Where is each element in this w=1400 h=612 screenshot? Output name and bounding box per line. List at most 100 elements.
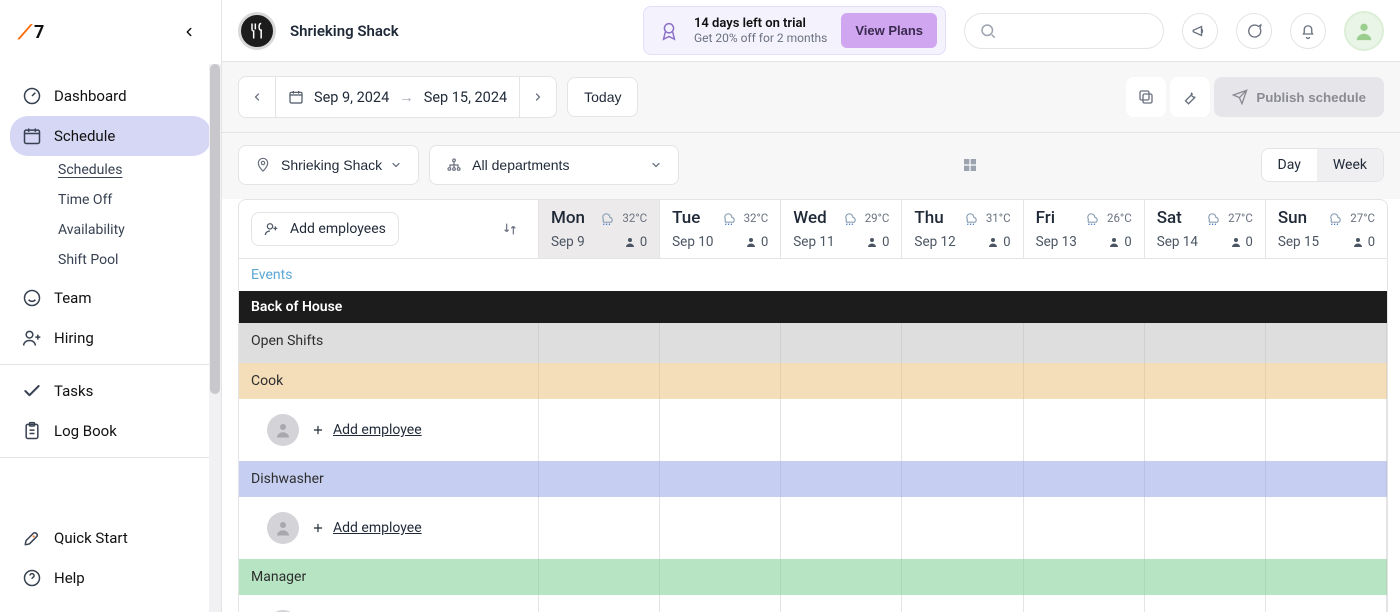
section-band-back-of-house[interactable]: Back of House — [239, 291, 1387, 323]
date-navigator: Sep 9, 2024 → Sep 15, 2024 — [238, 76, 557, 118]
sort-button[interactable] — [502, 221, 526, 237]
shift-cell[interactable] — [1145, 595, 1266, 612]
sidebar-subitem-availability[interactable]: Availability — [58, 222, 211, 238]
shift-cell[interactable] — [902, 497, 1023, 559]
location-dropdown[interactable]: Shrieking Shack — [238, 145, 419, 185]
day-date: Sep 13 — [1036, 234, 1077, 250]
schedule-toolbar: Sep 9, 2024 → Sep 15, 2024 Today — [222, 62, 1400, 133]
day-name: Wed — [793, 208, 826, 228]
notifications-button[interactable] — [1290, 13, 1326, 49]
rain-icon — [720, 211, 738, 225]
role-label: Manager — [239, 559, 539, 595]
search-icon — [979, 22, 997, 40]
sidebar-scrollbar-track[interactable] — [209, 64, 221, 612]
sidebar-subitem-shiftpool[interactable]: Shift Pool — [58, 252, 211, 268]
shift-cell[interactable] — [902, 595, 1023, 612]
shift-cell[interactable] — [1266, 399, 1387, 461]
shift-cell[interactable] — [781, 497, 902, 559]
shift-cell[interactable] — [539, 497, 660, 559]
day-header-thu[interactable]: Thu 31°C Sep 12 0 — [902, 200, 1023, 259]
day-header-fri[interactable]: Fri 26°C Sep 13 0 — [1024, 200, 1145, 259]
shift-cell[interactable] — [1266, 595, 1387, 612]
sidebar-item-tasks[interactable]: Tasks — [10, 371, 211, 411]
shift-cell[interactable] — [902, 399, 1023, 461]
sidebar-item-schedule[interactable]: Schedule — [10, 116, 211, 156]
sidebar-collapse-button[interactable] — [175, 18, 203, 46]
day-temp: 32°C — [744, 211, 769, 225]
shift-cell[interactable] — [781, 595, 902, 612]
shift-cell[interactable] — [1024, 497, 1145, 559]
smile-icon — [22, 288, 42, 308]
chat-icon — [1245, 22, 1263, 40]
date-prev-button[interactable] — [239, 77, 276, 117]
sidebar-item-logbook[interactable]: Log Book — [10, 411, 211, 451]
role-band-mgr[interactable]: Manager — [239, 559, 1387, 595]
shift-cell[interactable] — [1266, 497, 1387, 559]
day-header-tue[interactable]: Tue 32°C Sep 10 0 — [660, 200, 781, 259]
grid-icon — [962, 157, 978, 173]
departments-dropdown[interactable]: All departments — [429, 145, 679, 185]
today-button[interactable]: Today — [567, 77, 638, 117]
shift-cell[interactable] — [781, 399, 902, 461]
shift-cell[interactable] — [1024, 595, 1145, 612]
plus-icon — [311, 521, 325, 535]
add-employees-button[interactable]: Add employees — [251, 212, 399, 246]
sidebar-item-help[interactable]: Help — [10, 558, 211, 598]
view-toggle-day[interactable]: Day — [1262, 149, 1317, 181]
day-header-mon[interactable]: Mon 32°C Sep 9 0 — [539, 200, 660, 259]
view-plans-button[interactable]: View Plans — [841, 13, 937, 48]
day-name: Thu — [914, 208, 943, 228]
sidebar-item-label: Quick Start — [54, 529, 128, 547]
app-logo[interactable]: ⟋ 7 — [18, 22, 44, 43]
clipboard-icon — [22, 421, 42, 441]
user-avatar[interactable] — [1344, 11, 1384, 51]
wrench-icon — [1181, 88, 1199, 106]
person-icon — [274, 421, 292, 439]
shift-cell[interactable] — [1145, 497, 1266, 559]
role-band-dish[interactable]: Dishwasher — [239, 461, 1387, 497]
sidebar-item-hiring[interactable]: Hiring — [10, 318, 211, 358]
open-shifts-label[interactable]: Open Shifts — [239, 323, 539, 363]
sidebar-item-quickstart[interactable]: Quick Start — [10, 518, 211, 558]
shift-cell[interactable] — [1024, 399, 1145, 461]
rocket-icon — [22, 528, 42, 548]
sidebar-subitem-timeoff[interactable]: Time Off — [58, 192, 211, 208]
person-icon — [274, 519, 292, 537]
day-header-wed[interactable]: Wed 29°C Sep 11 0 — [781, 200, 902, 259]
sidebar-scrollbar-thumb[interactable] — [210, 64, 220, 394]
date-next-button[interactable] — [520, 77, 556, 117]
layout-grid-button[interactable] — [952, 147, 988, 183]
date-range-picker[interactable]: Sep 9, 2024 → Sep 15, 2024 — [276, 77, 520, 117]
shift-cell[interactable] — [539, 399, 660, 461]
day-header-sun[interactable]: Sun 27°C Sep 15 0 — [1266, 200, 1387, 259]
sidebar-item-dashboard[interactable]: Dashboard — [10, 76, 211, 116]
sidebar-item-label: Help — [54, 569, 85, 587]
events-link[interactable]: Events — [251, 267, 292, 283]
departments-label: All departments — [472, 157, 569, 173]
shift-cell[interactable] — [660, 595, 781, 612]
shift-cell[interactable] — [660, 399, 781, 461]
add-employee-link[interactable]: Add employee — [311, 422, 422, 438]
announcements-button[interactable] — [1182, 13, 1218, 49]
publish-label: Publish schedule — [1256, 90, 1366, 105]
day-date: Sep 14 — [1157, 234, 1198, 250]
messages-button[interactable] — [1236, 13, 1272, 49]
view-toggle-week[interactable]: Week — [1317, 149, 1383, 181]
employee-row-dish: Add employee — [239, 497, 1387, 559]
copy-schedule-button[interactable] — [1126, 77, 1166, 117]
shift-cell[interactable] — [1145, 399, 1266, 461]
day-name: Sat — [1157, 208, 1182, 228]
rain-icon — [1204, 211, 1222, 225]
workspace-name[interactable]: Shrieking Shack — [290, 22, 399, 40]
workspace-logo[interactable] — [238, 12, 276, 50]
sidebar-subitem-schedules[interactable]: Schedules — [58, 162, 211, 178]
add-employee-link[interactable]: Add employee — [311, 520, 422, 536]
search-input[interactable] — [964, 13, 1164, 49]
shift-cell[interactable] — [660, 497, 781, 559]
sidebar-item-team[interactable]: Team — [10, 278, 211, 318]
day-header-sat[interactable]: Sat 27°C Sep 14 0 — [1145, 200, 1266, 259]
tools-button[interactable] — [1170, 77, 1210, 117]
role-band-cook[interactable]: Cook — [239, 363, 1387, 399]
shift-cell[interactable] — [539, 595, 660, 612]
publish-schedule-button[interactable]: Publish schedule — [1214, 77, 1384, 117]
